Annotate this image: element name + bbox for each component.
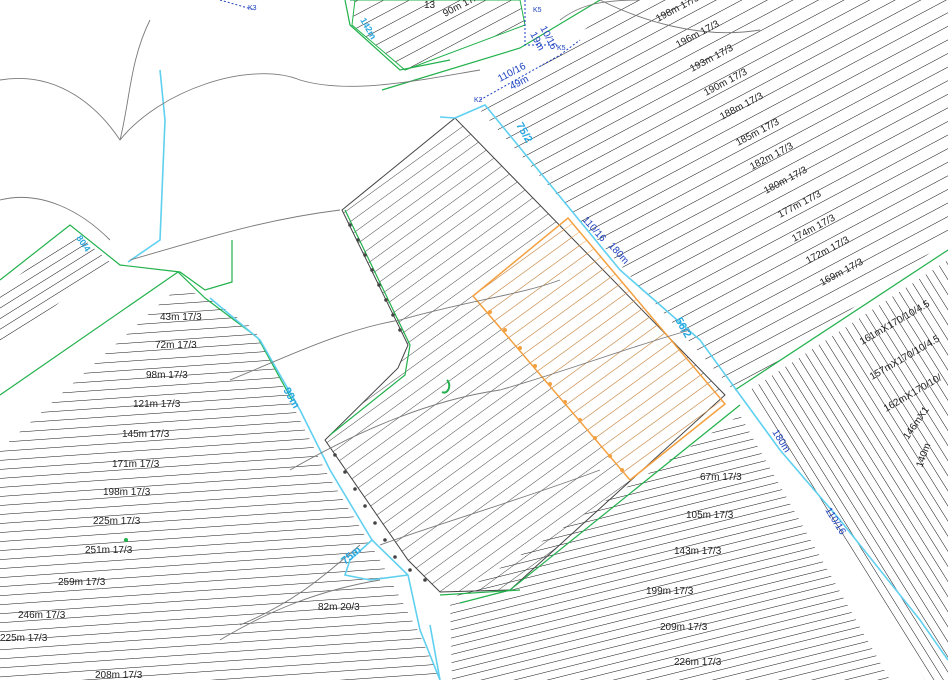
left-label: 225m 17/3: [93, 516, 141, 527]
left-label: 198m 17/3: [103, 487, 151, 498]
field-irrigation-map[interactable]: 90m 17/3 13 142m K5 K5 K3 K2 10/16 19m 1…: [0, 0, 948, 680]
lr-label: 67m 17/3: [700, 472, 742, 483]
lr-label: 143m 17/3: [674, 546, 722, 557]
label-k5-top: K5: [533, 7, 542, 14]
left-label: 72m 17/3: [155, 340, 197, 351]
left-label: 43m 17/3: [160, 312, 202, 323]
label-13-top: 13: [424, 0, 436, 11]
left-label: 98m 17/3: [146, 370, 188, 381]
label-k2: K2: [474, 97, 483, 104]
left-label: 246m 17/3: [18, 610, 66, 621]
left-label: 121m 17/3: [133, 399, 181, 410]
lr-label: 199m 17/3: [646, 586, 694, 597]
label-199m-top: 199m: [430, 0, 455, 1]
lr-label: 209m 17/3: [660, 622, 708, 633]
label-82m: 82m 20/3: [318, 602, 360, 613]
left-label: 251m 17/3: [85, 545, 133, 556]
left-label: 208m 17/3: [95, 670, 143, 680]
left-label: 259m 17/3: [58, 577, 106, 588]
left-label: 225m 17/3: [0, 633, 48, 644]
label-k3: K3: [248, 5, 257, 12]
lr-label: 105m 17/3: [686, 510, 734, 521]
left-label: 145m 17/3: [122, 429, 170, 440]
lr-label: 226m 17/3: [674, 657, 722, 668]
green-dot: [124, 538, 128, 542]
left-label: 171m 17/3: [112, 459, 160, 470]
